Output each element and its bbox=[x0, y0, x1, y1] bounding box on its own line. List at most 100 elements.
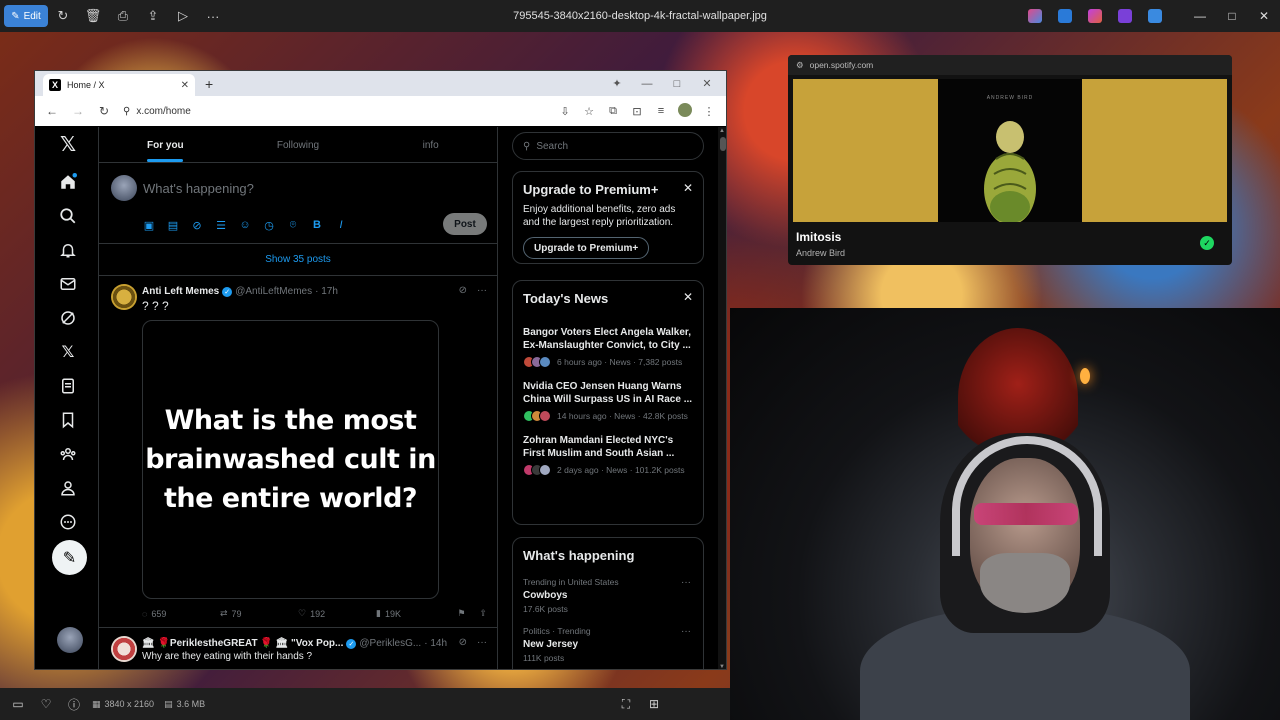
grok-icon[interactable] bbox=[57, 307, 79, 329]
home-icon[interactable] bbox=[57, 171, 79, 193]
back-icon[interactable]: ← bbox=[41, 104, 63, 118]
tweet-author-handle[interactable]: @AntiLeftMemes bbox=[235, 286, 312, 297]
share-icon[interactable]: ⇪ bbox=[138, 5, 168, 27]
tab-for-you[interactable]: For you bbox=[99, 127, 232, 162]
cast-icon[interactable]: ⊡ bbox=[626, 105, 648, 118]
tweet-author-name[interactable]: 🏛 🌹PeriklestheGREAT 🌹 🏛 "Vox Pop... bbox=[142, 638, 343, 649]
account-avatar[interactable] bbox=[57, 627, 83, 653]
italic-icon[interactable]: I bbox=[335, 219, 347, 232]
repost-button[interactable]: ⇄ 79 bbox=[220, 608, 298, 619]
gemini-icon[interactable]: ✦ bbox=[602, 77, 632, 90]
schedule-icon[interactable]: ◷ bbox=[263, 219, 275, 232]
media-icon[interactable]: ≡ bbox=[650, 105, 672, 117]
slideshow-icon[interactable]: ▷ bbox=[168, 5, 198, 27]
tweet-time[interactable]: · 14h bbox=[424, 638, 447, 649]
tweet-author-name[interactable]: Anti Left Memes bbox=[142, 286, 219, 297]
news-item[interactable]: Zohran Mamdani Elected NYC's First Musli… bbox=[513, 434, 703, 476]
tab-x-home[interactable]: X Home / X ✕ bbox=[43, 74, 195, 96]
forward-icon[interactable]: → bbox=[67, 104, 89, 118]
trend-item[interactable]: Trending in United States Cowboys 17.6K … bbox=[513, 577, 703, 614]
maximize-icon[interactable]: □ bbox=[1216, 9, 1248, 23]
filmstrip-icon[interactable]: ▭ bbox=[4, 697, 32, 711]
tweet[interactable]: Anti Left Memes ✓ @AntiLeftMemes · 17h ⊘… bbox=[99, 276, 497, 628]
grok-icon[interactable]: ⊘ bbox=[191, 219, 203, 232]
like-button[interactable]: ♡ 192 bbox=[298, 608, 376, 619]
tweet-image[interactable]: What is the most brainwashed cult in the… bbox=[142, 320, 439, 599]
track-title[interactable]: Imitosis bbox=[796, 230, 841, 244]
communities-icon[interactable] bbox=[57, 443, 79, 465]
install-icon[interactable]: ⇩ bbox=[554, 105, 576, 118]
notifications-icon[interactable] bbox=[57, 239, 79, 261]
close-icon[interactable]: ✕ bbox=[692, 77, 722, 90]
x-logo-icon[interactable]: 𝕏 bbox=[57, 133, 79, 156]
tab-info[interactable]: info bbox=[364, 127, 497, 162]
scrollbar[interactable]: ▲ ▼ bbox=[718, 127, 726, 669]
minimize-icon[interactable]: — bbox=[1184, 9, 1216, 23]
composer-input[interactable]: What's happening? bbox=[143, 181, 254, 196]
app-icon[interactable] bbox=[1058, 9, 1072, 23]
tweet-more-icon[interactable]: ··· bbox=[477, 285, 487, 296]
news-item[interactable]: Nvidia CEO Jensen Huang Warns China Will… bbox=[513, 380, 703, 422]
onedrive-icon[interactable] bbox=[1148, 9, 1162, 23]
tweet-more-icon[interactable]: ··· bbox=[477, 637, 487, 648]
profile-avatar[interactable] bbox=[674, 102, 696, 120]
trend-more-icon[interactable]: ··· bbox=[681, 626, 691, 637]
show-new-posts[interactable]: Show 35 posts bbox=[99, 244, 497, 276]
close-icon[interactable]: ✕ bbox=[683, 290, 693, 304]
minimize-icon[interactable]: — bbox=[632, 78, 662, 90]
close-icon[interactable]: ✕ bbox=[1248, 9, 1280, 23]
reload-icon[interactable]: ↻ bbox=[93, 104, 115, 118]
upgrade-premium-button[interactable]: Upgrade to Premium+ bbox=[523, 237, 650, 259]
tweet-avatar[interactable] bbox=[111, 636, 137, 662]
url-field[interactable]: ⚲ x.com/home bbox=[119, 100, 550, 122]
search-input[interactable]: ⚲ Search bbox=[512, 132, 704, 160]
site-info-icon[interactable]: ⚲ bbox=[123, 106, 130, 117]
more-icon[interactable]: ··· bbox=[198, 5, 228, 27]
track-artist[interactable]: Andrew Bird bbox=[796, 248, 845, 258]
gif-icon[interactable]: ▤ bbox=[167, 219, 179, 232]
lists-icon[interactable] bbox=[57, 375, 79, 397]
tweet-avatar[interactable] bbox=[111, 284, 137, 310]
scroll-up-icon[interactable]: ▲ bbox=[719, 128, 725, 134]
news-item[interactable]: Bangor Voters Elect Angela Walker, Ex-Ma… bbox=[513, 326, 703, 368]
poll-icon[interactable]: ☰ bbox=[215, 219, 227, 232]
grok-icon[interactable]: ⊘ bbox=[459, 285, 467, 296]
bookmark-star-icon[interactable]: ☆ bbox=[578, 105, 600, 118]
profile-icon[interactable] bbox=[57, 477, 79, 499]
edit-button[interactable]: ✎ Edit bbox=[4, 5, 48, 27]
scrollbar-thumb[interactable] bbox=[720, 137, 726, 151]
bookmark-icon[interactable]: ⚑ bbox=[457, 608, 465, 619]
new-tab-icon[interactable]: + bbox=[205, 76, 213, 92]
album-cover[interactable]: ANDREW BIRD bbox=[938, 79, 1082, 225]
more-circle-icon[interactable] bbox=[57, 511, 79, 533]
zoom-icon[interactable]: ⊞ bbox=[640, 697, 668, 711]
maximize-icon[interactable]: □ bbox=[662, 78, 692, 90]
close-icon[interactable]: ✕ bbox=[683, 181, 693, 195]
tab-following[interactable]: Following bbox=[232, 127, 365, 162]
grok-icon[interactable]: ⊘ bbox=[459, 637, 467, 648]
scroll-down-icon[interactable]: ▼ bbox=[719, 664, 725, 669]
reply-button[interactable]: ◌ 659 bbox=[142, 608, 220, 619]
app-icon[interactable] bbox=[1118, 9, 1132, 23]
trend-item[interactable]: Politics · Trending New Jersey 111K post… bbox=[513, 626, 703, 663]
app-icon[interactable] bbox=[1088, 9, 1102, 23]
fit-icon[interactable]: ⛶ bbox=[612, 697, 640, 712]
media-icon[interactable]: ▣ bbox=[143, 219, 155, 232]
site-settings-icon[interactable]: ⚙ bbox=[796, 60, 804, 71]
favorite-icon[interactable]: ♡ bbox=[32, 697, 60, 711]
premium-x-icon[interactable]: 𝕏 bbox=[57, 341, 79, 363]
info-icon[interactable]: ⓘ bbox=[60, 696, 88, 713]
views-button[interactable]: ▮ 19K bbox=[376, 608, 454, 619]
trend-more-icon[interactable]: ··· bbox=[681, 577, 691, 588]
messages-icon[interactable] bbox=[57, 273, 79, 295]
print-icon[interactable]: ⎙ bbox=[108, 5, 138, 27]
tweet-time[interactable]: · 17h bbox=[315, 286, 338, 297]
emoji-icon[interactable]: ☺ bbox=[239, 219, 251, 232]
copilot-icon[interactable] bbox=[1028, 9, 1042, 23]
extensions-icon[interactable]: ⧉ bbox=[602, 105, 624, 118]
explore-icon[interactable] bbox=[57, 205, 79, 227]
post-button[interactable]: Post bbox=[443, 213, 487, 235]
tab-close-icon[interactable]: ✕ bbox=[181, 80, 189, 91]
bold-icon[interactable]: B bbox=[311, 219, 323, 232]
delete-icon[interactable]: 🗑 bbox=[78, 5, 108, 27]
